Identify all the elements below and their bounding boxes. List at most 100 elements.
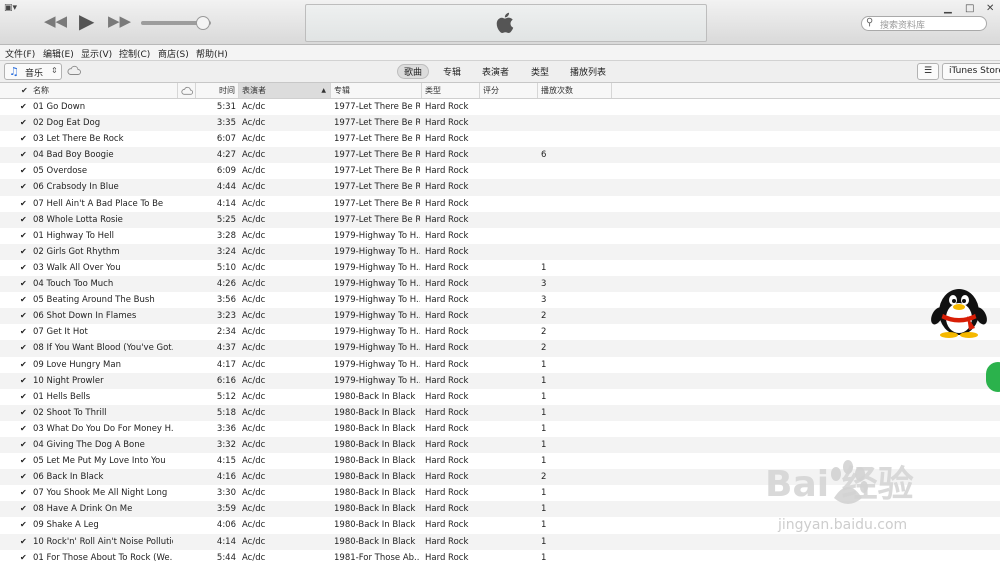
track-checkbox[interactable]: ✔ — [20, 115, 27, 131]
table-row[interactable]: ✔ 01 For Those About To Rock (We... 5:44 Ac… — [0, 550, 1000, 566]
track-checkbox[interactable]: ✔ — [20, 276, 27, 292]
track-checkbox[interactable]: ✔ — [20, 405, 27, 421]
menu-file[interactable]: 文件(F) — [5, 47, 35, 60]
table-row[interactable]: ✔ 03 What Do You Do For Money H... 3:36 Ac/… — [0, 421, 1000, 437]
table-row[interactable]: ✔ 08 Whole Lotta Rosie 5:25 Ac/dc 1977-Let T… — [0, 211, 1000, 228]
table-row[interactable]: ✔ 01 Highway To Hell 3:28 Ac/dc 1979-Highway… — [0, 228, 1000, 244]
track-checkbox[interactable]: ✔ — [20, 550, 27, 566]
track-checkbox[interactable]: ✔ — [20, 485, 27, 501]
track-checkbox[interactable]: ✔ — [20, 131, 27, 147]
track-checkbox[interactable]: ✔ — [20, 373, 27, 389]
table-row[interactable]: ✔ 07 Hell Ain't A Bad Place To Be 4:14 Ac/d… — [0, 196, 1000, 212]
tab-genres[interactable]: 类型 — [531, 65, 549, 78]
track-checkbox[interactable]: ✔ — [20, 163, 27, 179]
table-row[interactable]: ✔ 01 Hells Bells 5:12 Ac/dc 1980-Back In Bla… — [0, 389, 1000, 405]
list-view-icon[interactable]: ☰ — [917, 63, 939, 80]
header-checkbox[interactable]: ✔ — [18, 83, 30, 98]
track-checkbox[interactable]: ✔ — [20, 340, 27, 356]
header-rating[interactable]: 评分 — [480, 83, 538, 98]
system-menu-icon[interactable]: ▣▾ — [4, 3, 17, 13]
track-checkbox[interactable]: ✔ — [20, 517, 27, 533]
header-cloud[interactable] — [178, 83, 196, 98]
header-album[interactable]: 专辑 — [331, 83, 422, 98]
track-checkbox[interactable]: ✔ — [20, 437, 27, 453]
track-checkbox[interactable]: ✔ — [20, 99, 27, 115]
header-plays[interactable]: 播放次数 — [538, 83, 612, 98]
table-row[interactable]: ✔ 06 Crabsody In Blue 4:44 Ac/dc 1977-Let Th… — [0, 179, 1000, 196]
menu-help[interactable]: 帮助(H) — [196, 47, 228, 60]
header-artist[interactable]: 表演者 ▲ — [239, 83, 331, 98]
table-row[interactable]: ✔ 04 Touch Too Much 4:26 Ac/dc 1979-Highway … — [0, 276, 1000, 293]
track-checkbox[interactable]: ✔ — [20, 357, 27, 373]
itunes-store-button[interactable]: iTunes Store — [942, 63, 1000, 80]
search-input[interactable]: ⚲ 搜索资料库 — [861, 16, 987, 31]
track-checkbox[interactable]: ✔ — [20, 260, 27, 276]
track-album: 1980-Back In Black — [334, 536, 416, 547]
menu-controls[interactable]: 控制(C) — [119, 47, 150, 60]
table-row[interactable]: ✔ 06 Shot Down In Flames 3:23 Ac/dc 1979-Hig… — [0, 308, 1000, 325]
tab-playlists[interactable]: 播放列表 — [570, 65, 606, 78]
tab-albums[interactable]: 专辑 — [443, 65, 461, 78]
icloud-icon[interactable] — [67, 65, 81, 75]
maximize-button[interactable]: □ — [965, 3, 974, 14]
menu-edit[interactable]: 编辑(E) — [43, 47, 74, 60]
tab-artists[interactable]: 表演者 — [482, 65, 509, 78]
table-row[interactable]: ✔ 07 Get It Hot 2:34 Ac/dc 1979-Highway To H… — [0, 324, 1000, 340]
table-row[interactable]: ✔ 02 Dog Eat Dog 3:35 Ac/dc 1977-Let There B… — [0, 115, 1000, 132]
next-icon[interactable]: ▶▶ — [108, 12, 131, 30]
track-checkbox[interactable]: ✔ — [20, 212, 27, 228]
track-checkbox[interactable]: ✔ — [20, 308, 27, 324]
floating-green-button[interactable] — [986, 362, 1000, 392]
table-row[interactable]: ✔ 02 Girls Got Rhythm 3:24 Ac/dc 1979-Highwa… — [0, 243, 1000, 260]
table-row[interactable]: ✔ 09 Love Hungry Man 4:17 Ac/dc 1979-Highway… — [0, 357, 1000, 373]
table-row[interactable]: ✔ 03 Let There Be Rock 6:07 Ac/dc 1977-Let T… — [0, 131, 1000, 147]
table-row[interactable]: ✔ 01 Go Down 5:31 Ac/dc 1977-Let There Be R.… — [0, 99, 1000, 115]
track-artist: Ac/dc — [242, 472, 266, 483]
track-time: 3:32 — [216, 439, 236, 450]
track-checkbox[interactable]: ✔ — [20, 453, 27, 469]
track-checkbox[interactable]: ✔ — [20, 196, 27, 212]
track-checkbox[interactable]: ✔ — [20, 244, 27, 260]
play-icon[interactable]: ▶ — [79, 9, 94, 33]
header-time[interactable]: 时间 — [196, 83, 239, 98]
track-checkbox[interactable]: ✔ — [20, 469, 27, 485]
track-checkbox[interactable]: ✔ — [20, 389, 27, 405]
track-artist: Ac/dc — [242, 295, 266, 306]
track-genre: Hard Rock — [425, 343, 469, 354]
table-row[interactable]: ✔ 03 Walk All Over You 5:10 Ac/dc 1979-Highw… — [0, 260, 1000, 276]
track-album: 1980-Back In Black — [334, 472, 416, 483]
track-genre: Hard Rock — [425, 230, 469, 241]
track-artist: Ac/dc — [242, 134, 266, 145]
track-name: 07 Hell Ain't A Bad Place To Be — [33, 198, 164, 209]
media-type-selector[interactable]: ♫ 音乐 ⇕ — [4, 63, 62, 80]
table-row[interactable]: ✔ 04 Bad Boy Boogie 4:27 Ac/dc 1977-Let Ther… — [0, 147, 1000, 164]
track-checkbox[interactable]: ✔ — [20, 147, 27, 163]
minimize-button[interactable]: ▁ — [944, 3, 952, 14]
track-checkbox[interactable]: ✔ — [20, 421, 27, 437]
track-checkbox[interactable]: ✔ — [20, 292, 27, 308]
table-row[interactable]: ✔ 04 Giving The Dog A Bone 3:32 Ac/dc 1980-B… — [0, 436, 1000, 454]
menu-store[interactable]: 商店(S) — [158, 47, 189, 60]
track-checkbox[interactable]: ✔ — [20, 501, 27, 517]
table-row[interactable]: ✔ 02 Shoot To Thrill 5:18 Ac/dc 1980-Back In… — [0, 404, 1000, 421]
menu-view[interactable]: 显示(V) — [81, 47, 112, 60]
table-row[interactable]: ✔ 05 Beating Around The Bush 3:56 Ac/dc 1979… — [0, 292, 1000, 308]
header-genre[interactable]: 类型 — [422, 83, 480, 98]
track-checkbox[interactable]: ✔ — [20, 324, 27, 340]
track-genre: Hard Rock — [425, 262, 469, 273]
qq-penguin-icon[interactable] — [927, 282, 991, 338]
tab-songs[interactable]: 歌曲 — [397, 64, 430, 79]
previous-icon[interactable]: ◀◀ — [44, 12, 67, 30]
track-album: 1977-Let There Be R... — [334, 214, 420, 225]
table-row[interactable]: ✔ 05 Overdose 6:09 Ac/dc 1977-Let There Be R… — [0, 163, 1000, 179]
track-checkbox[interactable]: ✔ — [20, 179, 27, 195]
track-checkbox[interactable]: ✔ — [20, 534, 27, 550]
table-row[interactable]: ✔ 10 Night Prowler 6:16 Ac/dc 1979-Highway T… — [0, 372, 1000, 389]
close-button[interactable]: ✕ — [986, 3, 994, 14]
volume-knob[interactable] — [196, 16, 210, 30]
table-row[interactable]: ✔ 10 Rock'n' Roll Ain't Noise Pollution 4:… — [0, 533, 1000, 550]
track-checkbox[interactable]: ✔ — [20, 228, 27, 244]
table-row[interactable]: ✔ 08 If You Want Blood (You've Got... 4:37… — [0, 340, 1000, 357]
header-name[interactable]: 名称 — [30, 83, 178, 98]
track-artist: Ac/dc — [242, 359, 266, 370]
